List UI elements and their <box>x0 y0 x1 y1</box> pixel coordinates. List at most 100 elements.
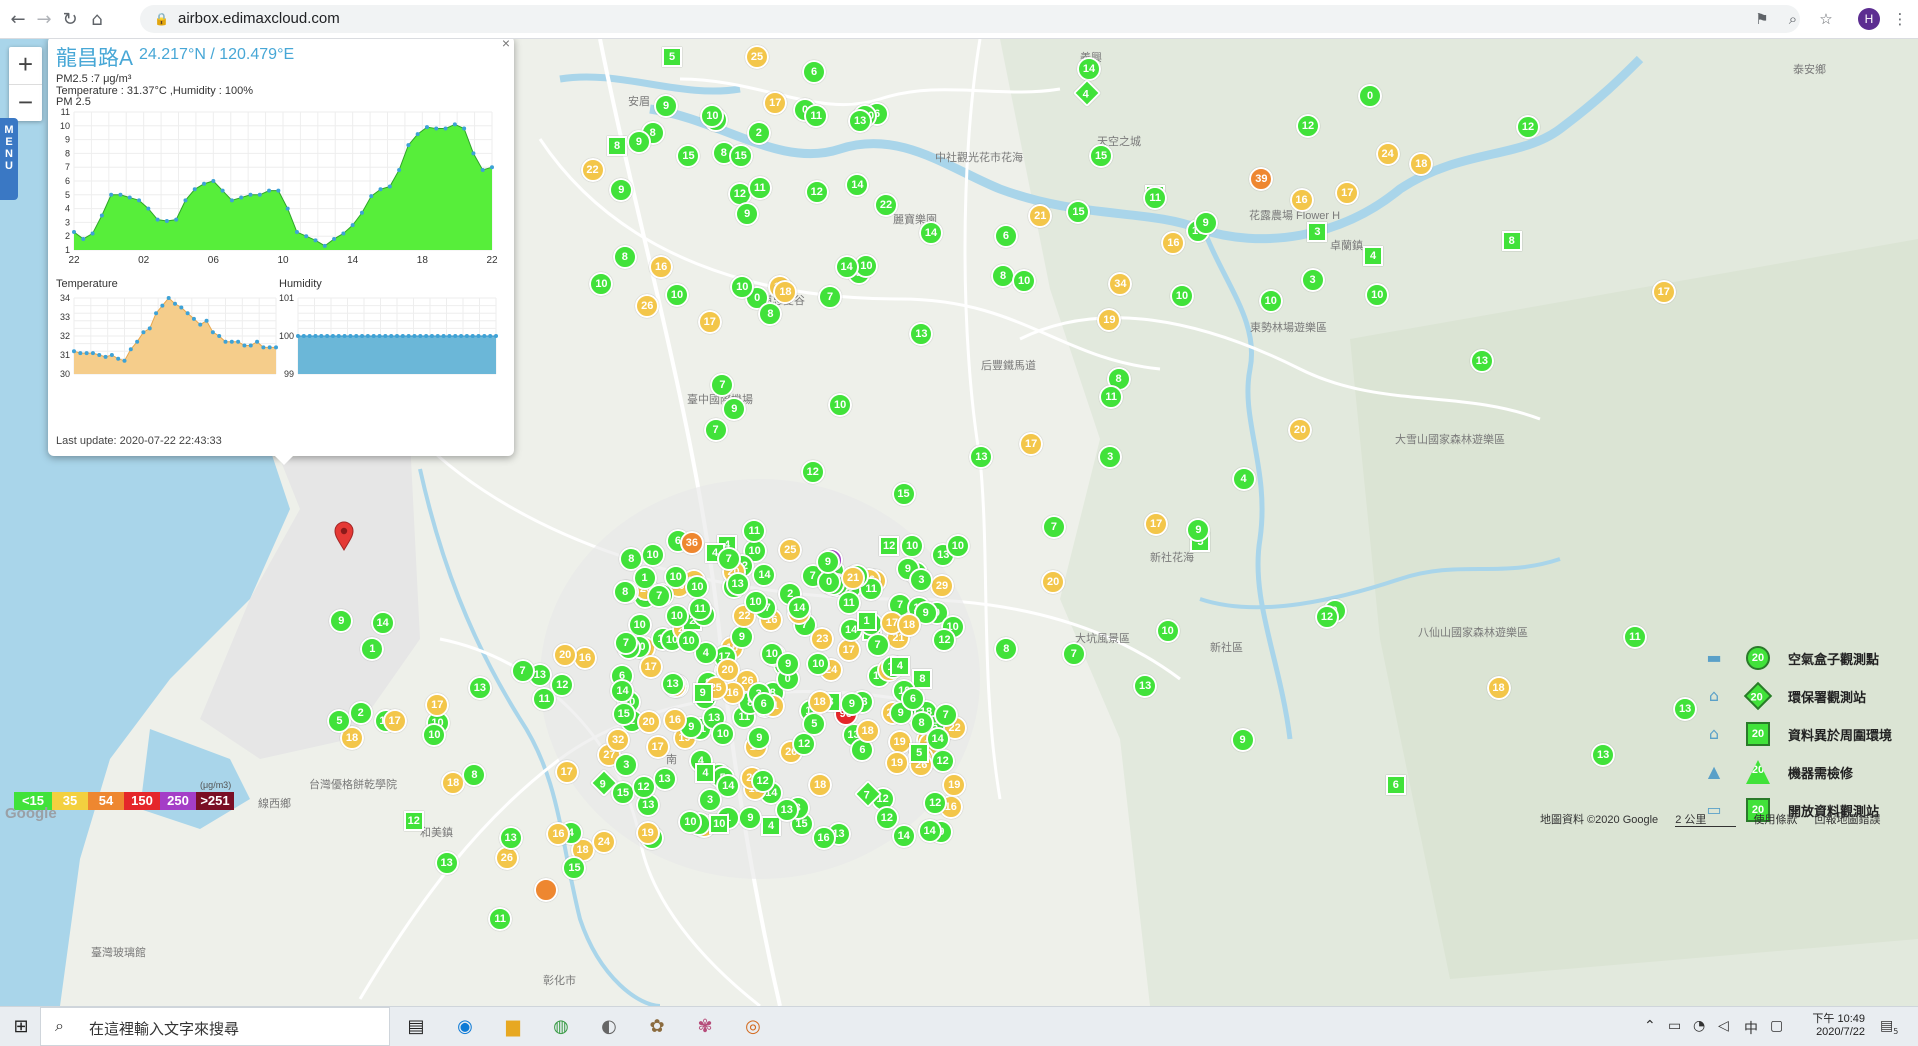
lock-icon[interactable]: 🔒 <box>154 5 169 33</box>
station-marker[interactable]: 13 <box>969 444 994 469</box>
station-marker[interactable]: 9 <box>776 651 801 676</box>
station-marker[interactable]: 15 <box>728 143 753 168</box>
station-marker[interactable]: 10 <box>828 392 853 417</box>
station-marker[interactable]: 12 <box>1315 605 1340 630</box>
station-marker[interactable]: 11 <box>1622 624 1647 649</box>
station-marker[interactable]: 4 <box>1231 467 1256 492</box>
map[interactable]: 義興泰安鄉安眉天空之城中社觀光花市花海麗寶樂園花露農場 Flower H卓蘭鎮外… <box>0 39 1918 1006</box>
station-marker[interactable]: 10 <box>663 564 688 589</box>
station-marker[interactable]: 18 <box>896 612 921 637</box>
station-marker[interactable]: 20 <box>553 642 578 667</box>
station-marker[interactable]: 12 <box>923 790 948 815</box>
map-data-credit[interactable]: 地圖資料 ©2020 Google <box>1540 814 1658 826</box>
station-marker[interactable]: 7 <box>1061 642 1086 667</box>
station-marker[interactable]: 17 <box>1019 432 1044 457</box>
close-icon[interactable]: × <box>502 39 510 51</box>
station-marker[interactable]: 5 <box>662 47 682 67</box>
file-explorer-icon[interactable]: ▆ <box>500 1014 526 1040</box>
station-marker[interactable]: 2 <box>746 120 771 145</box>
translate-icon[interactable]: ⚑ <box>1752 9 1772 29</box>
station-marker[interactable]: 13 <box>498 825 523 850</box>
station-marker[interactable]: 12 <box>879 536 900 557</box>
station-marker[interactable]: 19 <box>1097 307 1122 332</box>
station-marker[interactable]: 11 <box>688 596 713 621</box>
station-marker[interactable]: 6 <box>751 691 776 716</box>
station-marker[interactable]: 1 <box>856 611 877 632</box>
forward-icon[interactable]: → <box>31 7 57 33</box>
windows-start-icon[interactable]: ⊞ <box>8 1014 34 1040</box>
station-marker[interactable]: 14 <box>891 824 916 849</box>
station-marker[interactable]: 17 <box>382 709 407 734</box>
station-marker[interactable]: 14 <box>1077 57 1101 81</box>
wifi-icon[interactable]: ◔ <box>1693 1018 1705 1034</box>
kebab-menu-icon[interactable]: ⋮ <box>1890 9 1910 29</box>
station-marker[interactable]: 8 <box>612 245 637 270</box>
station-marker[interactable]: 24 <box>591 829 616 854</box>
station-marker[interactable]: 12 <box>804 179 829 204</box>
station-marker[interactable]: 11 <box>1143 186 1168 210</box>
app-icon[interactable]: ✾ <box>692 1014 718 1040</box>
location-pin-icon[interactable] <box>334 521 354 551</box>
clock[interactable]: 下午 10:49 2020/7/22 <box>1785 1010 1865 1038</box>
station-marker[interactable]: 10 <box>945 533 970 558</box>
avatar[interactable]: H <box>1858 8 1880 30</box>
station-marker[interactable]: 9 <box>329 608 354 633</box>
station-marker[interactable]: 10 <box>743 590 768 615</box>
station-marker[interactable]: 12 <box>930 749 955 774</box>
station-marker[interactable]: 20 <box>715 658 740 683</box>
taskbar-search[interactable]: ⌕ 在這裡輸入文字來搜尋 <box>40 1007 390 1046</box>
station-marker[interactable]: 18 <box>1486 676 1511 701</box>
station-marker[interactable]: 7 <box>716 547 741 572</box>
station-marker[interactable]: 7 <box>710 372 735 397</box>
station-marker[interactable]: 7 <box>647 583 672 608</box>
station-marker[interactable]: 13 <box>652 766 677 791</box>
station-marker[interactable]: 7 <box>703 418 728 443</box>
chrome-icon[interactable]: ◍ <box>548 1014 574 1040</box>
station-marker[interactable]: 0 <box>1358 84 1382 108</box>
station-marker[interactable]: 12 <box>1296 114 1320 138</box>
station-marker[interactable]: 9 <box>738 805 763 830</box>
station-marker[interactable]: 15 <box>676 143 701 168</box>
station-marker[interactable]: 17 <box>425 692 450 717</box>
report-error-link[interactable]: 回報地圖錯誤 <box>1815 814 1881 826</box>
station-marker[interactable]: 15 <box>562 855 587 880</box>
station-marker[interactable]: 13 <box>1133 674 1158 699</box>
station-marker[interactable]: 14 <box>834 254 859 279</box>
terms-link[interactable]: 使用條款 <box>1753 814 1797 826</box>
station-marker[interactable]: 10 <box>710 721 735 746</box>
station-marker[interactable]: 13 <box>434 850 459 875</box>
station-marker[interactable]: 16 <box>1289 188 1314 213</box>
station-marker[interactable]: 25 <box>778 537 803 562</box>
zoom-in-button[interactable]: + <box>9 47 42 84</box>
station-marker[interactable]: 8 <box>912 668 933 689</box>
station-marker[interactable]: 12 <box>631 775 656 800</box>
station-marker[interactable]: 9 <box>1193 211 1218 236</box>
station-marker[interactable]: 17 <box>697 309 722 334</box>
keyboard-icon[interactable]: ▢ <box>1770 1018 1783 1034</box>
station-marker[interactable]: 7 <box>510 659 535 684</box>
station-marker[interactable]: 36 <box>679 531 704 556</box>
station-marker[interactable]: 4 <box>889 655 910 676</box>
station-marker[interactable]: 19 <box>635 820 660 845</box>
battery-icon[interactable]: ▭ <box>1668 1018 1681 1034</box>
station-marker[interactable]: 10 <box>1012 268 1037 293</box>
station-marker[interactable]: 17 <box>763 90 788 115</box>
station-marker[interactable]: 17 <box>1651 280 1676 305</box>
station-marker[interactable]: 16 <box>811 826 836 851</box>
station-marker[interactable]: 10 <box>1365 282 1390 307</box>
edge-icon[interactable]: ◉ <box>452 1014 478 1040</box>
station-marker[interactable]: 10 <box>676 628 701 653</box>
station-marker[interactable]: 5 <box>909 742 930 763</box>
station-marker[interactable]: 6 <box>802 60 826 84</box>
notification-icon[interactable]: ▤5 <box>1880 1018 1898 1036</box>
station-marker[interactable]: 13 <box>1469 349 1494 374</box>
station-marker[interactable]: 24 <box>1375 142 1400 167</box>
station-marker[interactable]: 4 <box>1363 245 1383 266</box>
station-marker[interactable]: 9 <box>729 625 754 650</box>
station-marker[interactable]: 21 <box>841 565 866 590</box>
station-marker[interactable]: 12 <box>1516 115 1540 139</box>
station-marker[interactable]: 11 <box>747 175 772 200</box>
station-marker[interactable]: 9 <box>839 692 864 717</box>
station-marker[interactable]: 9 <box>722 396 747 421</box>
taskbar-search-placeholder[interactable]: 在這裡輸入文字來搜尋 <box>89 1018 239 1039</box>
